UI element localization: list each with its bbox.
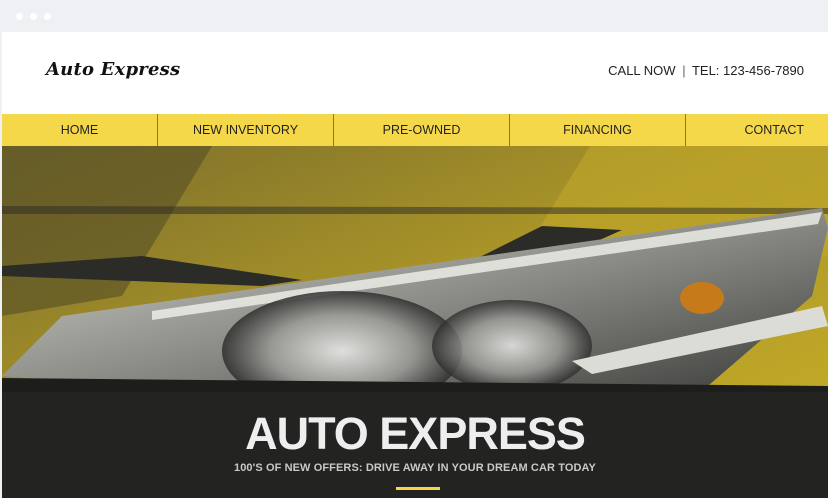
call-now-label: CALL NOW <box>608 63 676 78</box>
nav-item-contact[interactable]: CONTACT <box>686 114 828 146</box>
nav-item-home[interactable]: HOME <box>2 114 158 146</box>
hero-accent-bar <box>396 487 440 490</box>
phone-number[interactable]: TEL: 123-456-7890 <box>692 63 804 78</box>
window-titlebar <box>0 0 828 32</box>
nav-item-financing[interactable]: FINANCING <box>510 114 686 146</box>
hero-subtitle: 100'S OF NEW OFFERS: DRIVE AWAY IN YOUR … <box>233 462 596 474</box>
site-logo[interactable]: Auto Express <box>46 59 180 80</box>
website-page: Auto Express CALL NOW | TEL: 123-456-789… <box>2 32 828 498</box>
window-control-dot[interactable] <box>44 13 51 20</box>
window-control-dot[interactable] <box>16 13 23 20</box>
nav-item-pre-owned[interactable]: PRE-OWNED <box>334 114 510 146</box>
site-header: Auto Express CALL NOW | TEL: 123-456-789… <box>2 32 828 114</box>
contact-separator: | <box>682 63 686 78</box>
main-navigation: HOME NEW INVENTORY PRE-OWNED FINANCING C… <box>2 114 828 146</box>
hero-title: AUTO EXPRESS <box>245 408 586 459</box>
browser-window: Auto Express CALL NOW | TEL: 123-456-789… <box>0 0 828 498</box>
window-control-dot[interactable] <box>30 13 37 20</box>
contact-info: CALL NOW | TEL: 123-456-7890 <box>608 63 804 78</box>
nav-item-new-inventory[interactable]: NEW INVENTORY <box>158 114 334 146</box>
hero-banner: AUTO EXPRESS 100'S OF NEW OFFERS: DRIVE … <box>2 146 828 498</box>
